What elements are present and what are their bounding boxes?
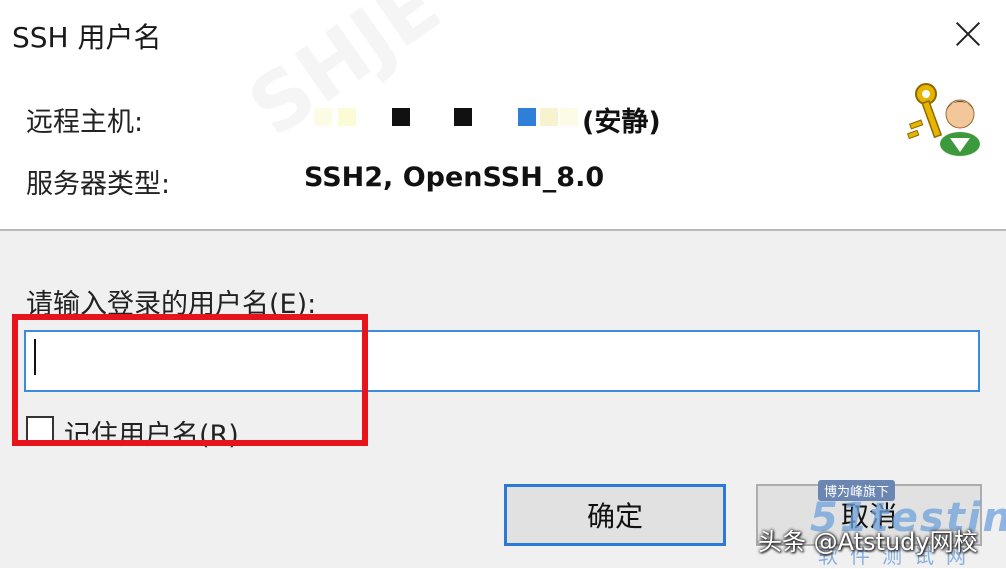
remote-host-suffix: (安静) (582, 107, 661, 138)
highlight-annotation (12, 314, 368, 446)
remote-host-value (308, 102, 580, 132)
server-type-value: SSH2, OpenSSH_8.0 (304, 162, 605, 193)
keys-user-icon (904, 78, 984, 158)
window-title: SSH 用户名 (12, 21, 162, 54)
watermark-toutiao: 头条 @Atstudy网校 (758, 528, 978, 556)
remote-host-label: 远程主机: (26, 107, 144, 138)
ok-button[interactable]: 确定 (504, 484, 726, 546)
server-type-label: 服务器类型: (26, 169, 171, 200)
close-icon[interactable] (948, 14, 988, 54)
